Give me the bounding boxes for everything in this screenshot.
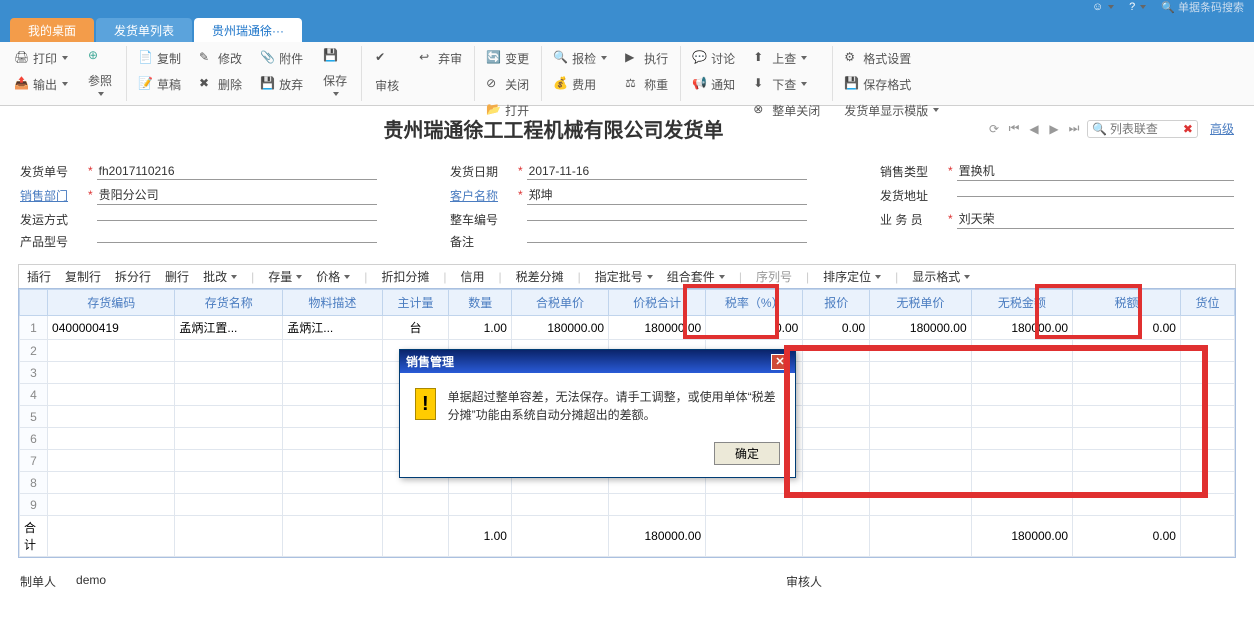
tb-batch[interactable]: 批改 [203,268,237,285]
label-shipdate: 发货日期 [450,163,514,180]
value-salestype[interactable]: 置换机 [957,161,1234,181]
label-salestype: 销售类型 [880,163,944,180]
grid: 存货编码存货名称 物料描述主计量数量 合税单价价税合计税率（%） 报价无税单价无… [18,288,1236,558]
abandon-button[interactable]: 💾放弃 [254,72,309,96]
format-button[interactable]: ⚙格式设置 [838,46,945,70]
barcode-search[interactable]: 🔍 单据条码搜索 [1161,0,1244,15]
last-icon[interactable]: ⏭ [1067,122,1081,136]
tb-display[interactable]: 显示格式 [912,268,970,285]
label-operator: 业 务 员 [880,211,944,228]
value-remark[interactable] [527,240,807,243]
list-search[interactable]: 🔍 ✖ [1087,120,1198,138]
label-vehicleno: 整车编号 [450,211,514,228]
tb-batchno[interactable]: 指定批号 [595,268,653,285]
tb-stock[interactable]: 存量 [268,268,302,285]
tb-tax[interactable]: 税差分摊 [516,268,564,285]
grid-header: 存货编码存货名称 物料描述主计量数量 合税单价价税合计税率（%） 报价无税单价无… [20,290,1235,316]
downquery-button[interactable]: ⬇下查 [747,72,826,96]
tb-credit[interactable]: 信用 [461,268,485,285]
value-shipmethod[interactable] [97,218,377,221]
close-button[interactable]: ⊘关闭 [480,72,535,96]
page-title: 贵州瑞通徐工工程机械有限公司发货单 [120,114,987,143]
label-custname[interactable]: 客户名称 [450,187,514,204]
next-icon[interactable]: ▶ [1047,122,1061,136]
attach-button[interactable]: 📎附件 [254,46,309,70]
label-salesdept[interactable]: 销售部门 [20,187,84,204]
output-button[interactable]: 📤输出 [8,72,74,96]
modify-button[interactable]: ✎修改 [193,46,248,70]
tb-serial: 序列号 [756,268,792,285]
tb-delete[interactable]: 删行 [165,268,189,285]
warning-icon: ! [415,388,436,420]
weigh-button[interactable]: ⚖称重 [619,72,674,96]
tb-insert[interactable]: 插行 [27,268,51,285]
tab-shiplist[interactable]: 发货单列表 [96,18,192,42]
creator-value: demo [76,573,106,590]
list-search-input[interactable] [1110,122,1180,136]
label-prodmodel: 产品型号 [20,233,84,250]
tb-split[interactable]: 拆分行 [115,268,151,285]
label-remark: 备注 [450,233,514,250]
value-vehicleno[interactable] [527,218,807,221]
grid-sum-row: 合计 1.00180000.00 180000.000.00 [20,516,1235,557]
auditor-label: 审核人 [786,573,822,590]
print-button[interactable]: 🖨打印 [8,46,74,70]
reference-button[interactable]: ⊕参照 [80,46,120,98]
value-salesdept[interactable]: 贵阳分公司 [97,185,377,205]
tab-current[interactable]: 贵州瑞通徐··· [194,18,302,42]
fee-button[interactable]: 💰费用 [547,72,613,96]
refresh-icon[interactable]: ⟳ [987,122,1001,136]
label-shipaddr: 发货地址 [880,187,944,204]
saveformat-button[interactable]: 💾保存格式 [838,72,945,96]
tb-copy[interactable]: 复制行 [65,268,101,285]
tb-price[interactable]: 价格 [316,268,350,285]
audit-button[interactable]: ✔审核 [367,46,407,98]
clear-icon[interactable]: ✖ [1183,122,1193,136]
dialog-close-button[interactable]: ✕ [771,354,789,370]
help-icon[interactable]: ? [1129,1,1146,13]
dialog-ok-button[interactable]: 确定 [714,442,780,465]
user-smiley-icon[interactable]: ☺ [1092,1,1114,13]
notify-button[interactable]: 📢通知 [686,72,741,96]
change-button[interactable]: 🔄变更 [480,46,535,70]
value-shipaddr[interactable] [957,194,1234,197]
value-shipdate[interactable]: 2017-11-16 [527,163,807,180]
prev-icon[interactable]: ◀ [1027,122,1041,136]
value-custname[interactable]: 郑坤 [527,185,807,205]
dialog-message: 单据超过整单容差，无法保存。请手工调整，或使用单体“税差分摊”功能由系统自动分摊… [448,388,780,424]
label-shipno: 发货单号 [20,163,84,180]
tab-bar: 我的桌面 发货单列表 贵州瑞通徐··· [0,14,1254,42]
tab-desktop[interactable]: 我的桌面 [10,18,94,42]
value-prodmodel[interactable] [97,240,377,243]
search-icon: 🔍 [1092,122,1107,136]
inspect-button[interactable]: 🔍报检 [547,46,613,70]
table-row[interactable]: 9 [20,494,1235,516]
unaudit-button[interactable]: ↩弃审 [413,46,468,70]
label-shipmethod: 发运方式 [20,211,84,228]
discuss-button[interactable]: 💬讨论 [686,46,741,70]
upquery-button[interactable]: ⬆上查 [747,46,826,70]
save-button[interactable]: 💾保存 [315,46,355,98]
exec-button[interactable]: ▶执行 [619,46,674,70]
table-row[interactable]: 10400000419孟炳江置...孟炳江...台1.00180000.0018… [20,316,1235,340]
value-shipno[interactable]: fh2017110216 [97,163,377,180]
error-dialog: 销售管理 ✕ ! 单据超过整单容差，无法保存。请手工调整，或使用单体“税差分摊”… [399,349,796,478]
draft-button[interactable]: 📝草稿 [132,72,187,96]
value-operator[interactable]: 刘天荣 [957,209,1234,229]
advanced-link[interactable]: 高级 [1210,120,1234,137]
ribbon: 🖨打印 📤输出 ⊕参照 📄复制 📝草稿 ✎修改 ✖删除 📎附件 💾放弃 💾保存 … [0,42,1254,106]
grid-toolbar: 插行 复制行 拆分行 删行 批改 | 存量 价格 | 折扣分摊 | 信用 | 税… [18,264,1236,288]
tb-sort[interactable]: 排序定位 [823,268,881,285]
tb-discount[interactable]: 折扣分摊 [381,268,429,285]
first-icon[interactable]: ⏮ [1007,122,1021,136]
copy-button[interactable]: 📄复制 [132,46,187,70]
dialog-title: 销售管理 [406,353,454,370]
tb-combo[interactable]: 组合套件 [667,268,725,285]
form-area: 发货单号*fh2017110216 发货日期*2017-11-16 销售类型*置… [0,151,1254,264]
creator-label: 制单人 [20,573,56,590]
delete-button[interactable]: ✖删除 [193,72,248,96]
